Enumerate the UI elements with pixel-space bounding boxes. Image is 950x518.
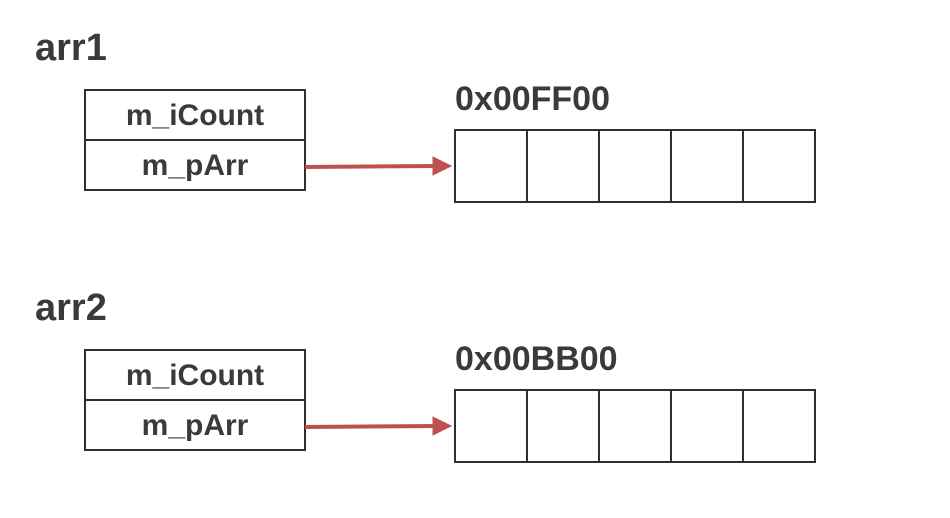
array-cell bbox=[743, 130, 815, 202]
struct-field-label: m_iCount bbox=[126, 99, 264, 132]
array-cell bbox=[599, 390, 671, 462]
struct-field-label: m_pArr bbox=[142, 149, 249, 182]
memory-address-label: 0x00FF00 bbox=[455, 80, 610, 118]
pointer-arrow-head bbox=[433, 157, 451, 175]
array-cell bbox=[455, 390, 527, 462]
array-cell bbox=[743, 390, 815, 462]
memory-address-label: 0x00BB00 bbox=[455, 340, 618, 378]
array-cell bbox=[455, 130, 527, 202]
array-cell bbox=[527, 130, 599, 202]
struct-field-label: m_iCount bbox=[126, 359, 264, 392]
pointer-arrow bbox=[305, 426, 439, 427]
array-cell bbox=[599, 130, 671, 202]
object-title: arr1 bbox=[35, 27, 107, 69]
array-cell bbox=[671, 390, 743, 462]
array-cell bbox=[527, 390, 599, 462]
array-cell bbox=[671, 130, 743, 202]
pointer-arrow bbox=[305, 166, 439, 167]
object-title: arr2 bbox=[35, 287, 107, 329]
pointer-arrow-head bbox=[433, 417, 451, 435]
struct-field-label: m_pArr bbox=[142, 409, 249, 442]
